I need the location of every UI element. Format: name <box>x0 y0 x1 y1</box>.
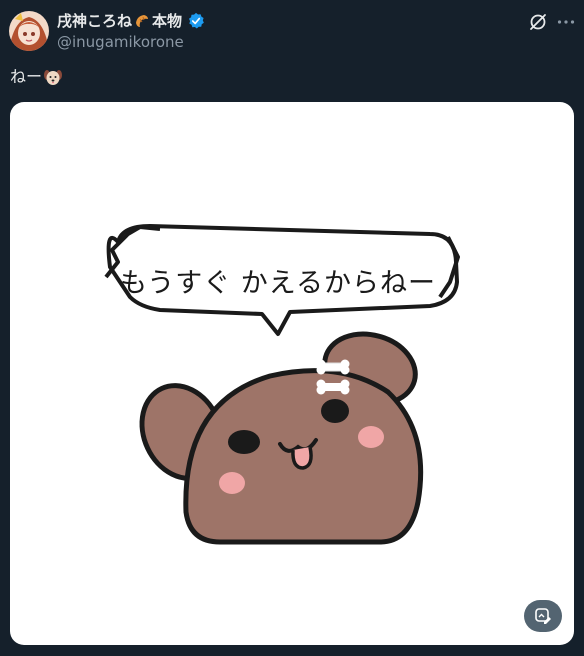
avatar-image <box>9 11 49 51</box>
verified-badge-icon[interactable] <box>187 12 205 30</box>
tweet-header: 戌神ころね 本物 @inugamikorone <box>0 0 584 62</box>
grok-button[interactable] <box>528 12 548 32</box>
tweet-text: ねー <box>10 66 63 88</box>
tweet-media-image[interactable]: もうすぐ かえるからねー <box>10 102 574 645</box>
display-name-suffix[interactable]: 本物 <box>152 11 182 31</box>
dog-illustration: もうすぐ かえるからねー <box>104 224 460 545</box>
author-handle[interactable]: @inugamikorone <box>57 33 184 51</box>
image-edit-icon <box>535 608 551 624</box>
tweet-text-content: ねー <box>10 67 43 86</box>
avatar[interactable] <box>9 11 49 51</box>
speech-bubble-text: もうすぐ かえるからねー <box>120 268 436 299</box>
edit-image-button[interactable] <box>524 600 562 632</box>
display-name[interactable]: 戌神ころね <box>57 11 132 31</box>
croissant-icon <box>136 15 149 27</box>
author-name-row[interactable]: 戌神ころね 本物 <box>57 11 205 31</box>
more-options-button[interactable] <box>556 12 576 32</box>
dog-face-icon <box>44 70 63 85</box>
grok-icon <box>530 14 546 30</box>
ellipsis-icon <box>557 20 575 24</box>
